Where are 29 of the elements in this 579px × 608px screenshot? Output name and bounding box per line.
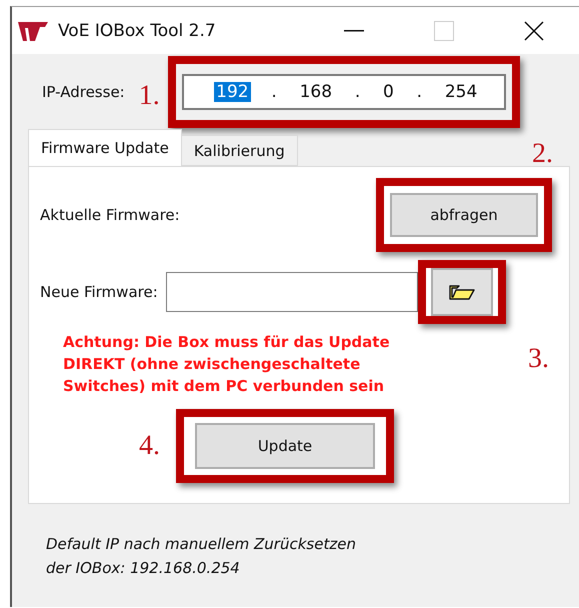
close-icon	[524, 20, 544, 40]
update-button[interactable]: Update	[195, 423, 375, 469]
step-number: 4.	[139, 430, 160, 462]
default-ip-note: Default IP nach manuellem Zurücksetzen der IOBox: 192.168.0.254	[46, 534, 357, 579]
ip-octet[interactable]: 168	[298, 82, 334, 102]
firmware-label: Aktuelle Firmware:	[40, 206, 180, 224]
step-number: 2.	[532, 139, 553, 169]
ip-octet[interactable]: 0	[381, 82, 396, 102]
ip-field[interactable]: 192 . 168 . 0 . 254	[182, 74, 506, 110]
ip-separator: .	[271, 82, 277, 102]
maximize-icon	[434, 20, 454, 40]
logo-icon	[18, 20, 48, 42]
step-number: 3.	[528, 343, 549, 375]
query-button[interactable]: abfragen	[390, 193, 538, 237]
folder-icon	[448, 283, 475, 301]
ip-label: IP-Adresse:	[42, 82, 125, 100]
tab[interactable]: Firmware Update	[28, 129, 182, 166]
tab[interactable]: Kalibrierung	[180, 135, 298, 166]
browse-button[interactable]	[430, 268, 493, 316]
ip-octet[interactable]: 192	[214, 82, 251, 102]
window-title: VoE IOBox Tool 2.7	[58, 20, 217, 40]
warning-text: Achtung: Die Box muss für das Update DIREKT (ohne zwischengeschaltete Switches) mit dem PC verbunden sein	[63, 332, 390, 397]
firmware-label: Neue Firmware:	[40, 283, 158, 301]
ip-separator: .	[416, 82, 422, 102]
step-number: 1.	[138, 80, 160, 112]
ip-octet[interactable]: 254	[442, 82, 480, 102]
ip-separator: .	[354, 82, 360, 102]
file-field[interactable]	[166, 272, 418, 312]
minimize-icon	[344, 30, 364, 32]
